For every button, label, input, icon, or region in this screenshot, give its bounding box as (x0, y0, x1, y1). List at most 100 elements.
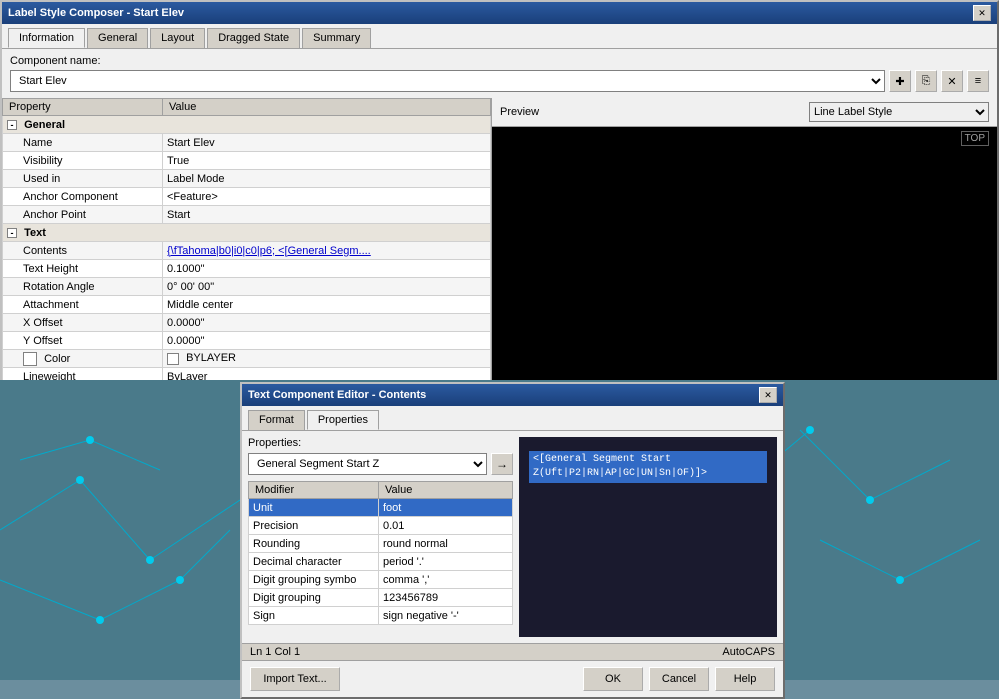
tab-properties[interactable]: Properties (307, 410, 379, 430)
prop-name: Visibility (3, 152, 163, 170)
composer-title-text: Label Style Composer - Start Elev (8, 7, 184, 19)
modifier-row-unit[interactable]: Unit foot (249, 499, 513, 517)
property-table: Property Value - General (2, 98, 491, 386)
editor-content: Properties: General Segment Start Z → Mo… (242, 431, 783, 643)
modifier-table-container: Modifier Value Unit foot Precision (248, 481, 513, 625)
table-row: Y Offset 0.0000" (3, 332, 491, 350)
modifier-row-grouping[interactable]: Digit grouping 123456789 (249, 589, 513, 607)
text-editor-close-btn[interactable]: ✕ (759, 387, 777, 403)
tab-summary[interactable]: Summary (302, 28, 371, 48)
modifier-name: Precision (249, 517, 379, 535)
add-component-btn[interactable]: ✚ (889, 70, 911, 92)
expand-general-icon[interactable]: - (7, 120, 17, 130)
text-section-header: - Text (3, 224, 491, 242)
text-editor-title-text: Text Component Editor - Contents (248, 389, 426, 401)
insert-property-btn[interactable]: → (491, 453, 513, 475)
text-editor-tabs: Format Properties (242, 406, 783, 431)
table-row: Contents {\fTahoma|b0|i0|c0|p6; <[Genera… (3, 242, 491, 260)
table-row: Anchor Component <Feature> (3, 188, 491, 206)
tab-dragged-state[interactable]: Dragged State (207, 28, 300, 48)
component-select[interactable]: Start Elev (10, 70, 885, 92)
copy-component-btn[interactable]: ⎘ (915, 70, 937, 92)
modifier-name: Unit (249, 499, 379, 517)
prop-name: Color (3, 350, 163, 368)
modifier-value: comma ',' (379, 571, 513, 589)
modifier-row-sign[interactable]: Sign sign negative '-' (249, 607, 513, 625)
properties-label: Properties: (248, 437, 513, 449)
text-editor-window: Text Component Editor - Contents ✕ Forma… (240, 382, 785, 699)
preview-style-select[interactable]: Line Label Style (809, 102, 989, 122)
prop-name: Anchor Point (3, 206, 163, 224)
table-row: Attachment Middle center (3, 296, 491, 314)
tab-general[interactable]: General (87, 28, 148, 48)
value-col-header: Value (163, 99, 491, 116)
cancel-btn[interactable]: Cancel (649, 667, 709, 691)
prop-name: X Offset (3, 314, 163, 332)
table-row: Color BYLAYER (3, 350, 491, 368)
table-row: Visibility True (3, 152, 491, 170)
help-btn[interactable]: Help (715, 667, 775, 691)
table-row: Used in Label Mode (3, 170, 491, 188)
modifier-row-rounding[interactable]: Rounding round normal (249, 535, 513, 553)
modifier-value: foot (379, 499, 513, 517)
modifier-value: 0.01 (379, 517, 513, 535)
main-window: Label Style Composer - Start Elev ✕ Info… (0, 0, 999, 681)
close-button[interactable]: ✕ (973, 5, 991, 21)
property-col-header: Property (3, 99, 163, 116)
prop-name: Used in (3, 170, 163, 188)
properties-component-btn[interactable]: ≡ (967, 70, 989, 92)
modifier-name: Sign (249, 607, 379, 625)
prop-value[interactable]: <Feature> (163, 188, 491, 206)
text-editor-title-controls: ✕ (759, 387, 777, 403)
prop-value[interactable]: Start Elev (163, 134, 491, 152)
prop-value[interactable]: Label Mode (163, 170, 491, 188)
modifier-name: Decimal character (249, 553, 379, 571)
text-editor-title-bar: Text Component Editor - Contents ✕ (242, 384, 783, 406)
component-name-label: Component name: (10, 55, 989, 67)
prop-name: Rotation Angle (3, 278, 163, 296)
modifier-row-precision[interactable]: Precision 0.01 (249, 517, 513, 535)
prop-value[interactable]: BYLAYER (163, 350, 491, 368)
prop-value[interactable]: 0° 00' 00" (163, 278, 491, 296)
composer-title-bar: Label Style Composer - Start Elev ✕ (2, 2, 997, 24)
modifier-value: period '.' (379, 553, 513, 571)
import-text-btn[interactable]: Import Text... (250, 667, 340, 691)
table-row: X Offset 0.0000" (3, 314, 491, 332)
modifier-value: 123456789 (379, 589, 513, 607)
prop-name: Y Offset (3, 332, 163, 350)
modifier-value: sign negative '-' (379, 607, 513, 625)
modifier-row-decimal[interactable]: Decimal character period '.' (249, 553, 513, 571)
tab-layout[interactable]: Layout (150, 28, 205, 48)
prop-name: Attachment (3, 296, 163, 314)
right-preview: <[General Segment Start Z(Uft|P2|RN|AP|G… (519, 437, 777, 637)
modifier-row-grouping-symbol[interactable]: Digit grouping symbo comma ',' (249, 571, 513, 589)
props-select-row: General Segment Start Z → (248, 453, 513, 475)
tab-format[interactable]: Format (248, 410, 305, 430)
prop-name: Name (3, 134, 163, 152)
prop-value[interactable]: Middle center (163, 296, 491, 314)
component-area: Component name: Start Elev ✚ ⎘ ✕ ≡ (2, 49, 997, 98)
ok-btn[interactable]: OK (583, 667, 643, 691)
prop-value[interactable]: 0.0000" (163, 332, 491, 350)
prop-name: Text Height (3, 260, 163, 278)
expand-text-icon[interactable]: - (7, 228, 17, 238)
prop-value[interactable]: 0.0000" (163, 314, 491, 332)
tab-information[interactable]: Information (8, 28, 85, 48)
prop-value[interactable]: {\fTahoma|b0|i0|c0|p6; <[General Segm...… (163, 242, 491, 260)
prop-value[interactable]: Start (163, 206, 491, 224)
value-col-header-mod: Value (379, 482, 513, 499)
properties-select[interactable]: General Segment Start Z (248, 453, 487, 475)
text-preview-content: <[General Segment Start Z(Uft|P2|RN|AP|G… (529, 451, 767, 483)
prop-value[interactable]: 0.1000" (163, 260, 491, 278)
delete-component-btn[interactable]: ✕ (941, 70, 963, 92)
composer-tabs: Information General Layout Dragged State… (2, 24, 997, 49)
modifier-table: Modifier Value Unit foot Precision (248, 481, 513, 625)
preview-label: Preview (500, 106, 539, 118)
modifier-name: Digit grouping symbo (249, 571, 379, 589)
prop-value[interactable]: True (163, 152, 491, 170)
dialog-buttons: OK Cancel Help (583, 667, 775, 691)
title-controls: ✕ (973, 5, 991, 21)
status-position: Ln 1 Col 1 (250, 646, 300, 658)
status-bar: Ln 1 Col 1 AutoCAPS (242, 643, 783, 660)
preview-header: Preview Line Label Style (492, 98, 997, 127)
